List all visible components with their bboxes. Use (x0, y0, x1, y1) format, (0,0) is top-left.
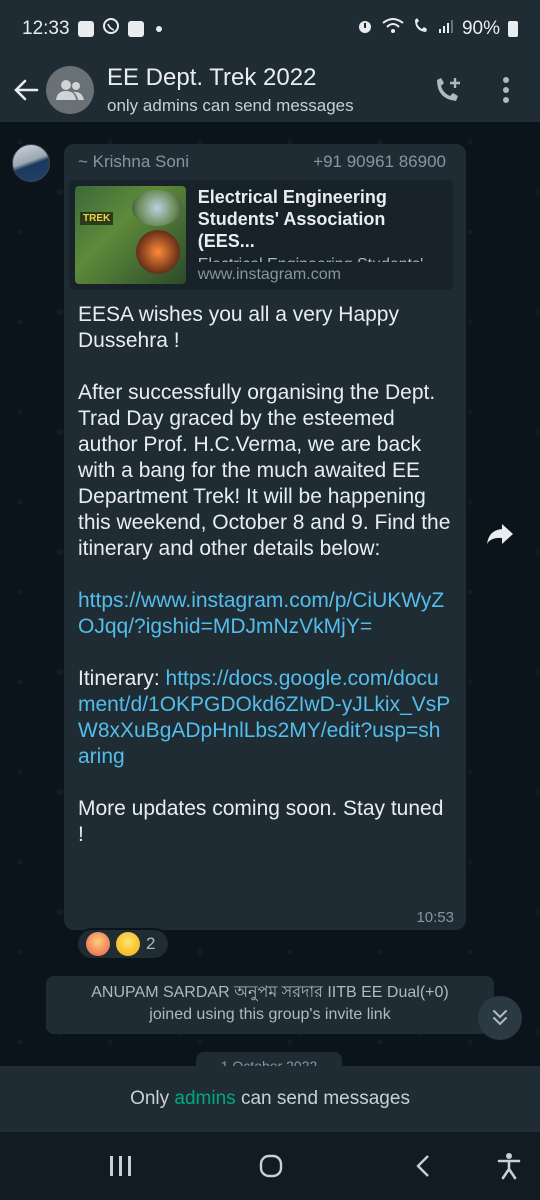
scroll-down-button[interactable] (478, 996, 522, 1040)
admin-only-bar: Only admins can send messages (0, 1066, 540, 1132)
admin-bar-suffix: can send messages (235, 1088, 410, 1109)
reaction-count: 2 (146, 934, 156, 953)
reactions-pill[interactable]: 2 (76, 928, 170, 960)
phone-plus-icon (437, 78, 460, 101)
battery-icon (508, 21, 518, 37)
more-options-button[interactable] (488, 72, 524, 108)
thumbnail-label: TREK (80, 212, 114, 225)
battery-level: 90% (461, 18, 500, 39)
forward-button[interactable] (480, 514, 520, 554)
wifi-call-icon (412, 17, 430, 41)
forward-arrow-icon (487, 524, 513, 544)
header-text[interactable]: EE Dept. Trek 2022 only admins can send … (107, 64, 354, 116)
add-call-button[interactable] (430, 72, 466, 108)
preview-text: Electrical Engineering Students' Associa… (198, 186, 447, 284)
group-icon (56, 80, 84, 100)
notification-dot-icon (155, 26, 162, 32)
sender-name[interactable]: ~ Krishna Soni (78, 152, 189, 172)
accessibility-button[interactable] (484, 1141, 534, 1191)
system-message-line: joined using this group's invite link (149, 1006, 391, 1023)
message-header: ~ Krishna Soni +91 90961 86900 (78, 152, 452, 172)
more-vertical-icon (503, 77, 509, 103)
message-bubble[interactable]: ~ Krishna Soni +91 90961 86900 TREK Elec… (64, 144, 466, 930)
back-button[interactable] (6, 70, 46, 110)
arrow-left-icon (14, 79, 39, 101)
home-button[interactable] (246, 1141, 296, 1191)
message-paragraph: EESA wishes you all a very Happy Dussehr… (78, 303, 399, 352)
message-paragraph: More updates coming soon. Stay tuned ! (78, 797, 444, 846)
sender-phone[interactable]: +91 90961 86900 (313, 152, 446, 172)
signal-icon (438, 18, 454, 40)
status-bar: 12:33 90% (0, 0, 540, 58)
chat-title: EE Dept. Trek 2022 (107, 64, 317, 91)
admins-link[interactable]: admins (174, 1088, 235, 1109)
system-message: ANUPAM SARDAR অনুপম সরদার IITB EE Dual(+… (46, 976, 494, 1034)
chat-subtitle: only admins can send messages (107, 96, 354, 115)
whatsapp-icon (102, 17, 120, 41)
instagram-link[interactable]: https://www.instagram.com/p/CiUKWyZOJqq/… (78, 589, 444, 638)
chat-header: EE Dept. Trek 2022 only admins can send … (0, 58, 540, 122)
preview-description: Electrical Engineering Students' ... (198, 256, 447, 262)
message-time: 10:53 (416, 909, 454, 926)
home-icon (259, 1154, 283, 1178)
preview-thumbnail: TREK (75, 186, 186, 284)
header-actions (430, 72, 524, 108)
status-right: 90% (356, 17, 518, 41)
chat-area[interactable]: ~ Krishna Soni +91 90961 86900 TREK Elec… (0, 122, 540, 1066)
status-time: 12:33 (22, 18, 70, 39)
recents-icon (110, 1156, 131, 1176)
itinerary-label: Itinerary: (78, 667, 166, 690)
preview-title: Electrical Engineering Students' Associa… (197, 187, 387, 251)
system-message-line: ANUPAM SARDAR অনুপম সরদার IITB EE Dual(+… (91, 984, 449, 1001)
admin-bar-prefix: Only (130, 1088, 175, 1109)
chevron-left-icon (416, 1155, 429, 1177)
system-nav-bar (0, 1132, 540, 1200)
teams-icon (127, 21, 144, 37)
surprised-face-icon (116, 932, 140, 956)
thumbnail-photo (131, 190, 182, 226)
message-paragraph: After successfully organising the Dept. … (78, 381, 451, 560)
recent-apps-button[interactable] (96, 1141, 146, 1191)
gallery-icon (77, 21, 94, 37)
back-nav-button[interactable] (398, 1141, 448, 1191)
accessibility-icon (497, 1153, 521, 1180)
status-left: 12:33 (22, 17, 162, 41)
date-pill: 1 October 2022 (196, 1052, 342, 1066)
alarm-icon (356, 17, 374, 41)
group-avatar[interactable] (46, 66, 94, 114)
preview-domain: www.instagram.com (197, 266, 341, 283)
angry-face-icon (86, 932, 110, 956)
double-chevron-down-icon (493, 1010, 507, 1026)
thumbnail-photo (135, 230, 180, 274)
message-body: EESA wishes you all a very Happy Dussehr… (78, 302, 452, 848)
wifi-icon (382, 17, 404, 41)
link-preview[interactable]: TREK Electrical Engineering Students' As… (69, 180, 453, 290)
sender-avatar[interactable] (12, 144, 50, 182)
